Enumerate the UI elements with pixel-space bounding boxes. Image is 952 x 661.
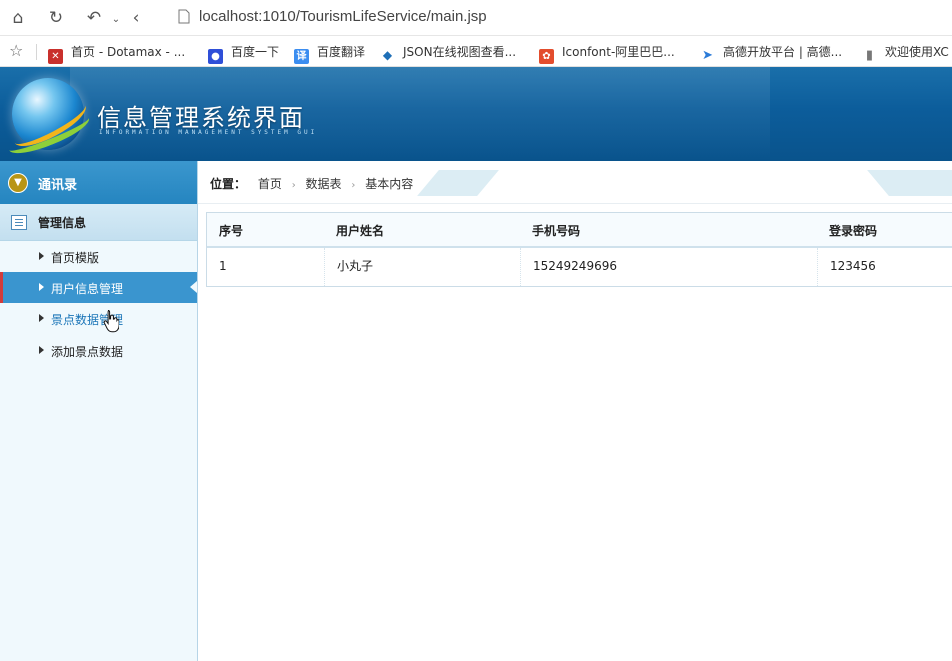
bookmark-welcome[interactable]: ▮ 欢迎使用XC: [862, 42, 949, 63]
breadcrumb-datatable[interactable]: 数据表: [306, 177, 342, 191]
sidebar: ▼ 通讯录 管理信息 首页模版 用户信息管理 景点数据管理 添加景点数据: [0, 161, 198, 661]
bookmark-baidu-translate[interactable]: 译百度翻译: [294, 42, 365, 64]
bookmark-baidu[interactable]: ● 百度一下: [208, 42, 279, 64]
bookmark-json-viewer[interactable]: ◆ JSON在线视图查看...: [380, 42, 516, 63]
bookmarks-bar: ☆ ✕ 首页 - Dotamax - ... ● 百度一下 译百度翻译 ◆ JSON在…: [0, 36, 952, 67]
bookmark-iconfont[interactable]: ✿ Iconfont-阿里巴巴...: [539, 42, 675, 64]
refresh-icon[interactable]: ↻: [44, 6, 68, 30]
app-subtitle: INFORMATION MANAGEMENT SYSTEM GUI: [99, 129, 318, 136]
chevron-right-icon: ›: [291, 180, 296, 191]
bookmark-dotamax[interactable]: ✕ 首页 - Dotamax - ...: [48, 42, 185, 64]
caret-right-icon: [39, 346, 44, 354]
user-table: 序号 用户姓名 手机号码 登录密码 1 小丸子 15249249696 1234…: [206, 212, 952, 287]
breadcrumb-home[interactable]: 首页: [258, 177, 282, 191]
dotamax-icon: ✕: [48, 49, 63, 64]
sidebar-item-user-management[interactable]: 用户信息管理: [0, 272, 197, 303]
code-icon: ◆: [380, 48, 395, 63]
translate-icon: 译: [294, 49, 309, 64]
app-title: 信息管理系统界面: [97, 104, 305, 132]
star-icon[interactable]: ☆: [9, 41, 23, 60]
chevron-right-icon: ›: [351, 180, 356, 191]
caret-right-icon: [39, 283, 44, 291]
column-header-password: 登录密码: [829, 224, 878, 238]
column-header-username: 用户姓名: [336, 224, 385, 238]
bookmark-amap[interactable]: ➤ 高德开放平台 | 高德...: [700, 42, 842, 63]
iconfont-icon: ✿: [539, 49, 554, 64]
breadcrumb-basic-content[interactable]: 基本内容: [365, 177, 413, 191]
cell-index: 1: [219, 259, 227, 273]
breadcrumb: 位置： 首页 › 数据表 › 基本内容: [198, 161, 952, 204]
sidebar-section-manage[interactable]: 管理信息: [0, 204, 197, 241]
main-content: 位置： 首页 › 数据表 › 基本内容 序号 用户姓名 手机号码 登录密码 1 …: [198, 161, 952, 661]
paw-icon: ●: [208, 49, 223, 64]
table-header-row: 序号 用户姓名 手机号码 登录密码: [207, 213, 952, 248]
sidebar-item-homepage-template[interactable]: 首页模版: [0, 241, 197, 272]
back-icon[interactable]: ‹: [124, 6, 148, 30]
sidebar-item-scenic-data-management[interactable]: 景点数据管理: [0, 303, 197, 334]
undo-icon[interactable]: ↶: [82, 6, 106, 30]
address-bar[interactable]: localhost:1010/TourismLifeService/main.j…: [199, 8, 487, 25]
column-header-index: 序号: [219, 224, 244, 238]
caret-right-icon: [39, 314, 44, 322]
page-icon: [178, 9, 190, 24]
hand-cursor-icon: [103, 310, 119, 333]
browser-toolbar: ⌂ ↻ ↶ ⌄ ‹ localhost:1010/TourismLifeServ…: [0, 0, 952, 36]
paper-plane-icon: ➤: [700, 48, 715, 63]
breadcrumb-position-label: 位置：: [210, 177, 247, 191]
cell-password: 123456: [817, 248, 952, 286]
cell-username: 小丸子: [324, 248, 520, 286]
arrow-down-circle-icon: ▼: [8, 173, 28, 193]
sidebar-item-add-scenic-data[interactable]: 添加景点数据: [0, 335, 197, 366]
document-icon: ▮: [862, 48, 877, 63]
cell-phone: 15249249696: [520, 248, 817, 286]
divider: [36, 44, 37, 60]
table-row[interactable]: 1 小丸子 15249249696 123456: [207, 248, 952, 286]
column-header-phone: 手机号码: [532, 224, 581, 238]
list-icon: [11, 215, 27, 230]
sidebar-section-contacts[interactable]: ▼ 通讯录: [0, 161, 197, 204]
caret-right-icon: [39, 252, 44, 260]
home-icon[interactable]: ⌂: [6, 6, 30, 30]
